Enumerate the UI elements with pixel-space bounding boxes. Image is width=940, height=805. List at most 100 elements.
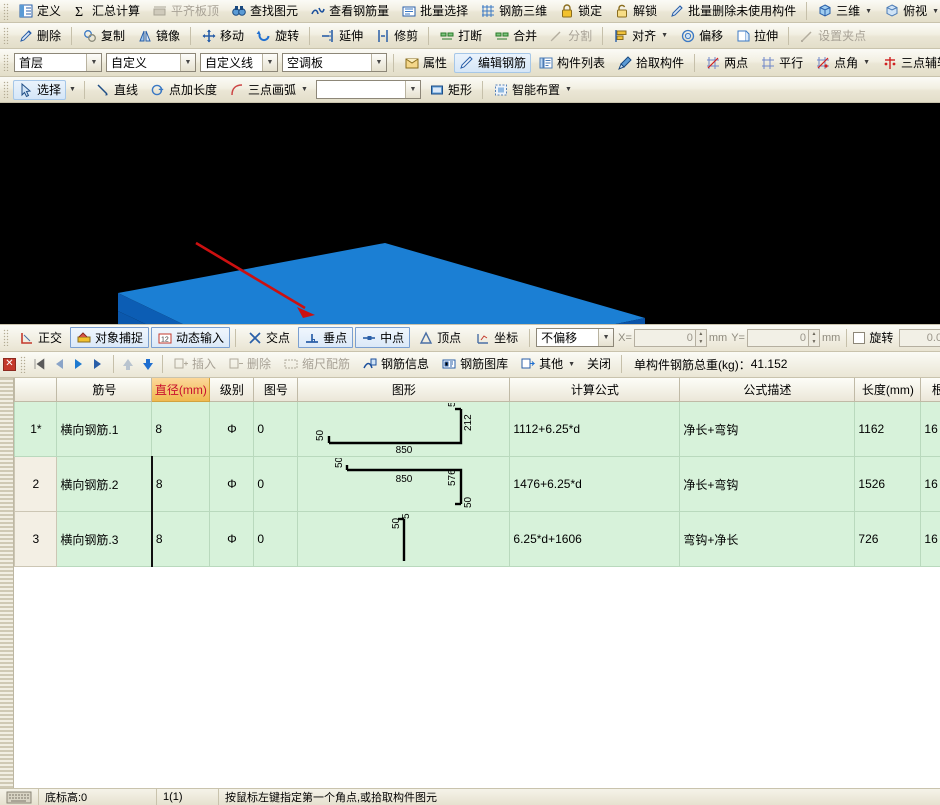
chevron-down-icon[interactable]: ▼ (69, 86, 76, 93)
toolbar-grip[interactable] (3, 329, 9, 346)
cell-name[interactable]: 横向钢筋.2 (57, 457, 152, 512)
cell-length[interactable]: 1162 (855, 402, 921, 457)
row-index[interactable]: 2 (15, 457, 57, 512)
toolbar-button-smart-layout[interactable]: 智能布置 ▼ (488, 80, 577, 100)
cell-figure-no[interactable]: 0 (254, 512, 298, 567)
toolbar-grip[interactable] (3, 54, 9, 71)
cell-shape[interactable]: 850 50 576 50 (298, 457, 510, 512)
floor-select[interactable]: 首层 ▼ (14, 53, 102, 72)
toolbar-button-rebar-3d[interactable]: 钢筋三维 (475, 1, 552, 21)
toolbar-button-edit-rebar[interactable]: 编辑钢筋 (454, 53, 531, 73)
col-header-length[interactable]: 长度(mm) (855, 378, 921, 402)
toolbar-button-stretch[interactable]: 拉伸 (730, 26, 783, 46)
toolbar-button-merge[interactable]: 合并 (489, 26, 542, 46)
cell-grade[interactable]: Φ (210, 512, 254, 567)
toolbar-button-point-angle[interactable]: 点角 ▼ (810, 53, 875, 73)
toolbar-button-top-view[interactable]: 俯视 ▼ (879, 1, 940, 21)
rebar-close-button[interactable]: 关闭 (582, 354, 616, 374)
table-row[interactable]: 3 横向钢筋.3 8 Φ 0 555 (15, 512, 940, 567)
toolbar-button-three-point-axis[interactable]: 三点辅轴 ▼ (877, 53, 940, 73)
rebar-delete-button[interactable]: 删除 (223, 354, 276, 374)
rebar-scale-button[interactable]: 缩尺配筋 (278, 354, 355, 374)
snap-intersection[interactable]: 交点 (241, 327, 296, 348)
cell-formula[interactable]: 1476+6.25*d (510, 457, 680, 512)
cell-description[interactable]: 净长+弯钩 (680, 457, 855, 512)
toolbar-grip[interactable] (20, 356, 26, 373)
cell-figure-no[interactable]: 0 (254, 402, 298, 457)
y-offset-input[interactable]: 0 (747, 329, 809, 347)
cell-diameter[interactable]: 8 (152, 512, 210, 567)
nav-next-button[interactable] (69, 354, 89, 374)
component-type-select[interactable]: 自定义线 ▼ (200, 53, 278, 72)
toolbar-button-three-point-arc[interactable]: 三点画弧 ▼ (224, 80, 313, 100)
toolbar-button-extend[interactable]: 延伸 (315, 26, 368, 46)
nav-first-button[interactable] (29, 354, 49, 374)
nav-up-button[interactable] (118, 354, 138, 374)
toolbar-button-summary-calc[interactable]: Σ 汇总计算 (68, 1, 145, 21)
rebar-table[interactable]: 筋号 直径(mm) 级别 图号 图形 计算公式 公式描述 长度(mm) 根数 搭… (0, 378, 940, 788)
cell-formula[interactable]: 6.25*d+1606 (510, 512, 680, 567)
chevron-down-icon[interactable]: ▼ (598, 329, 613, 346)
toolbar-button-point-plus-length[interactable]: 点加长度 (145, 80, 222, 100)
snap-toggle-dynamic-input[interactable]: 12 动态输入 (151, 327, 230, 348)
toolbar-button-properties[interactable]: 属性 (399, 53, 452, 73)
toolbar-grip[interactable] (3, 3, 9, 20)
chevron-down-icon[interactable]: ▼ (86, 54, 101, 71)
cell-formula[interactable]: 1112+6.25*d (510, 402, 680, 457)
cell-description[interactable]: 弯钩+净长 (680, 512, 855, 567)
col-header-figure-no[interactable]: 图号 (254, 378, 298, 402)
snap-toggle-object-snap[interactable]: 对象捕捉 (70, 327, 149, 348)
chevron-down-icon[interactable]: ▼ (568, 361, 575, 368)
cell-length[interactable]: 726 (855, 512, 921, 567)
draw-mode-select[interactable]: ▼ (316, 80, 421, 99)
component-select[interactable]: 空调板 ▼ (282, 53, 387, 72)
cell-name[interactable]: 横向钢筋.1 (57, 402, 152, 457)
chevron-down-icon[interactable]: ▼ (301, 86, 308, 93)
nav-down-button[interactable] (138, 354, 158, 374)
toolbar-button-offset[interactable]: 偏移 (675, 26, 728, 46)
snap-perpendicular[interactable]: 垂点 (298, 327, 353, 348)
toolbar-button-line[interactable]: 直线 (90, 80, 143, 100)
chevron-down-icon[interactable]: ▼ (865, 8, 872, 15)
toolbar-button-unlock[interactable]: 解锁 (609, 1, 662, 21)
cell-diameter[interactable]: 8 (152, 457, 210, 512)
rebar-info-button[interactable]: 钢筋信息 (357, 354, 434, 374)
toolbar-button-trim[interactable]: 修剪 (370, 26, 423, 46)
x-offset-stepper[interactable]: ▲▼ (696, 329, 707, 347)
chevron-down-icon[interactable]: ▼ (180, 54, 195, 71)
nav-last-button[interactable] (89, 354, 109, 374)
cell-diameter[interactable]: 8 (152, 402, 210, 457)
cell-grade[interactable]: Φ (210, 457, 254, 512)
rotate-checkbox[interactable] (853, 332, 865, 344)
toolbar-button-3d-view[interactable]: 三维 ▼ (812, 1, 877, 21)
close-icon[interactable]: ✕ (3, 358, 16, 371)
toolbar-grip[interactable] (3, 27, 9, 44)
col-header-formula[interactable]: 计算公式 (510, 378, 680, 402)
cell-name[interactable]: 横向钢筋.3 (57, 512, 152, 567)
nav-prev-button[interactable] (49, 354, 69, 374)
table-row[interactable]: 2 横向钢筋.2 8 Φ 0 (15, 457, 940, 512)
cell-shape[interactable]: 555 50 (298, 512, 510, 567)
row-index[interactable]: 3 (15, 512, 57, 567)
row-index[interactable]: 1* (15, 402, 57, 457)
toolbar-button-view-rebar-qty[interactable]: 查看钢筋量 (305, 1, 394, 21)
toolbar-button-select[interactable]: 选择 (13, 80, 66, 100)
toolbar-button-delete[interactable]: 删除 (13, 26, 66, 46)
x-offset-input[interactable]: 0 (634, 329, 696, 347)
toolbar-button-batch-delete-unused[interactable]: 批量删除未使用构件 (664, 1, 801, 21)
cell-count[interactable]: 16 (921, 402, 940, 457)
chevron-down-icon[interactable]: ▼ (661, 32, 668, 39)
col-header-diameter[interactable]: 直径(mm) (152, 378, 210, 402)
cell-shape[interactable]: 850 50 212 50 (298, 402, 510, 457)
snap-vertex[interactable]: 顶点 (412, 327, 467, 348)
rebar-insert-button[interactable]: 插入 (168, 354, 221, 374)
toolbar-button-component-list[interactable]: 构件列表 (533, 53, 610, 73)
toolbar-button-align[interactable]: 对齐 ▼ (608, 26, 673, 46)
chevron-down-icon[interactable]: ▼ (863, 59, 870, 66)
toolbar-button-break[interactable]: 打断 (434, 26, 487, 46)
col-header-count[interactable]: 根数 (921, 378, 940, 402)
toolbar-button-batch-select[interactable]: 批量选择 (396, 1, 473, 21)
toolbar-button-mirror[interactable]: 镜像 (132, 26, 185, 46)
rebar-library-button[interactable]: 钢筋图库 (436, 354, 513, 374)
chevron-down-icon[interactable]: ▼ (932, 8, 939, 15)
